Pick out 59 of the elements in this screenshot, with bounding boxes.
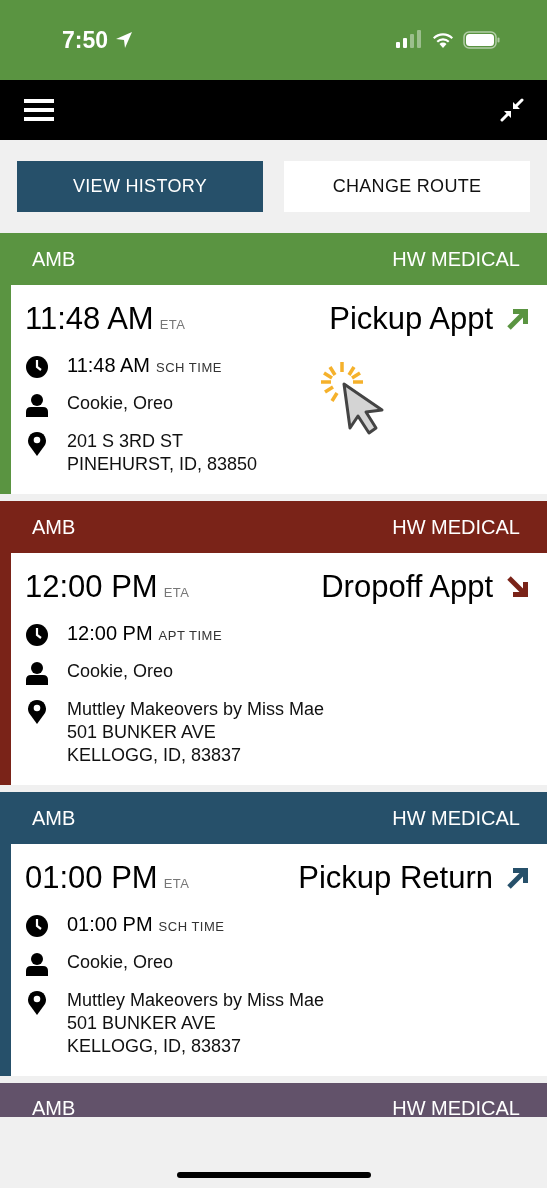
location-pin-icon [25, 431, 49, 457]
trip-type: AMB [32, 247, 76, 271]
person-icon [25, 393, 49, 417]
change-route-button[interactable]: CHANGE ROUTE [284, 161, 530, 212]
trip-header[interactable]: AMB HW MEDICAL [0, 1083, 547, 1117]
eta-time: 11:48 AM [25, 301, 154, 337]
trip-type: AMB [32, 515, 76, 539]
eta-time: 12:00 PM [25, 569, 158, 605]
eta-time: 01:00 PM [25, 860, 158, 896]
stop-type: Pickup Return [298, 860, 493, 896]
location-pin-icon [25, 699, 49, 725]
person-icon [25, 661, 49, 685]
trip-type: AMB [32, 1098, 76, 1118]
clock-icon [25, 355, 49, 379]
battery-icon [463, 30, 501, 50]
menu-icon[interactable] [24, 99, 54, 121]
trip-card[interactable]: 11:48 AM ETA Pickup Appt 11:48 AM SCH TIME Cookie, Oreo 201 S 3RD ST PINEHURST, ID, 83850 [0, 285, 547, 494]
address-line: 201 S 3RD ST [67, 430, 184, 453]
passenger-name: Cookie, Oreo [67, 951, 174, 974]
time-label: SCH TIME [156, 360, 222, 375]
person-icon [25, 952, 49, 976]
scheduled-time: 11:48 AM [67, 354, 151, 377]
signal-icon [395, 30, 423, 50]
time-label: SCH TIME [158, 919, 225, 934]
stop-type: Pickup Appt [329, 301, 493, 337]
clock-icon [25, 623, 49, 647]
stop-type: Dropoff Appt [321, 569, 493, 605]
location-arrow-icon [114, 30, 135, 50]
collapse-arrows-icon[interactable] [500, 98, 524, 122]
address-line: KELLOGG, ID, 83837 [67, 1035, 242, 1058]
view-history-button[interactable]: VIEW HISTORY [17, 161, 263, 212]
scheduled-time: 01:00 PM [67, 913, 153, 936]
trip-header[interactable]: AMB HW MEDICAL [0, 501, 547, 553]
provider-name: HW MEDICAL [392, 515, 520, 539]
eta-label: ETA [163, 876, 190, 891]
trip-card[interactable]: 01:00 PM ETA Pickup Return 01:00 PM SCH TIME Cookie, Oreo Muttley Makeovers by Miss Mae 501 BUNKER AVE KELLOGG, ID, 83837 [0, 844, 547, 1076]
location-pin-icon [25, 990, 49, 1016]
eta-label: ETA [159, 317, 186, 332]
trip-card[interactable]: 12:00 PM ETA Dropoff Appt 12:00 PM APT TIME Cookie, Oreo Muttley Makeovers by Miss Mae 501 BUNKER AVE KELLOGG, ID, 83837 [0, 553, 547, 785]
address-line: KELLOGG, ID, 83837 [67, 744, 242, 767]
address-line: Muttley Makeovers by Miss Mae [67, 698, 325, 721]
address-line: 501 BUNKER AVE [67, 1012, 216, 1035]
provider-name: HW MEDICAL [392, 247, 520, 271]
wifi-icon [431, 31, 455, 49]
trip-header[interactable]: AMB HW MEDICAL [0, 233, 547, 285]
time-label: APT TIME [158, 628, 223, 643]
trip-header[interactable]: AMB HW MEDICAL [0, 792, 547, 844]
trip-type: AMB [32, 806, 76, 830]
provider-name: HW MEDICAL [392, 806, 520, 830]
scheduled-time: 12:00 PM [67, 622, 153, 645]
address-line: PINEHURST, ID, 83850 [67, 453, 258, 476]
status-time: 7:50 [62, 26, 109, 54]
passenger-name: Cookie, Oreo [67, 392, 174, 415]
eta-label: ETA [163, 585, 190, 600]
passenger-name: Cookie, Oreo [67, 660, 174, 683]
address-line: 501 BUNKER AVE [67, 721, 216, 744]
clock-icon [25, 914, 49, 938]
address-line: Muttley Makeovers by Miss Mae [67, 989, 325, 1012]
provider-name: HW MEDICAL [392, 1098, 520, 1118]
